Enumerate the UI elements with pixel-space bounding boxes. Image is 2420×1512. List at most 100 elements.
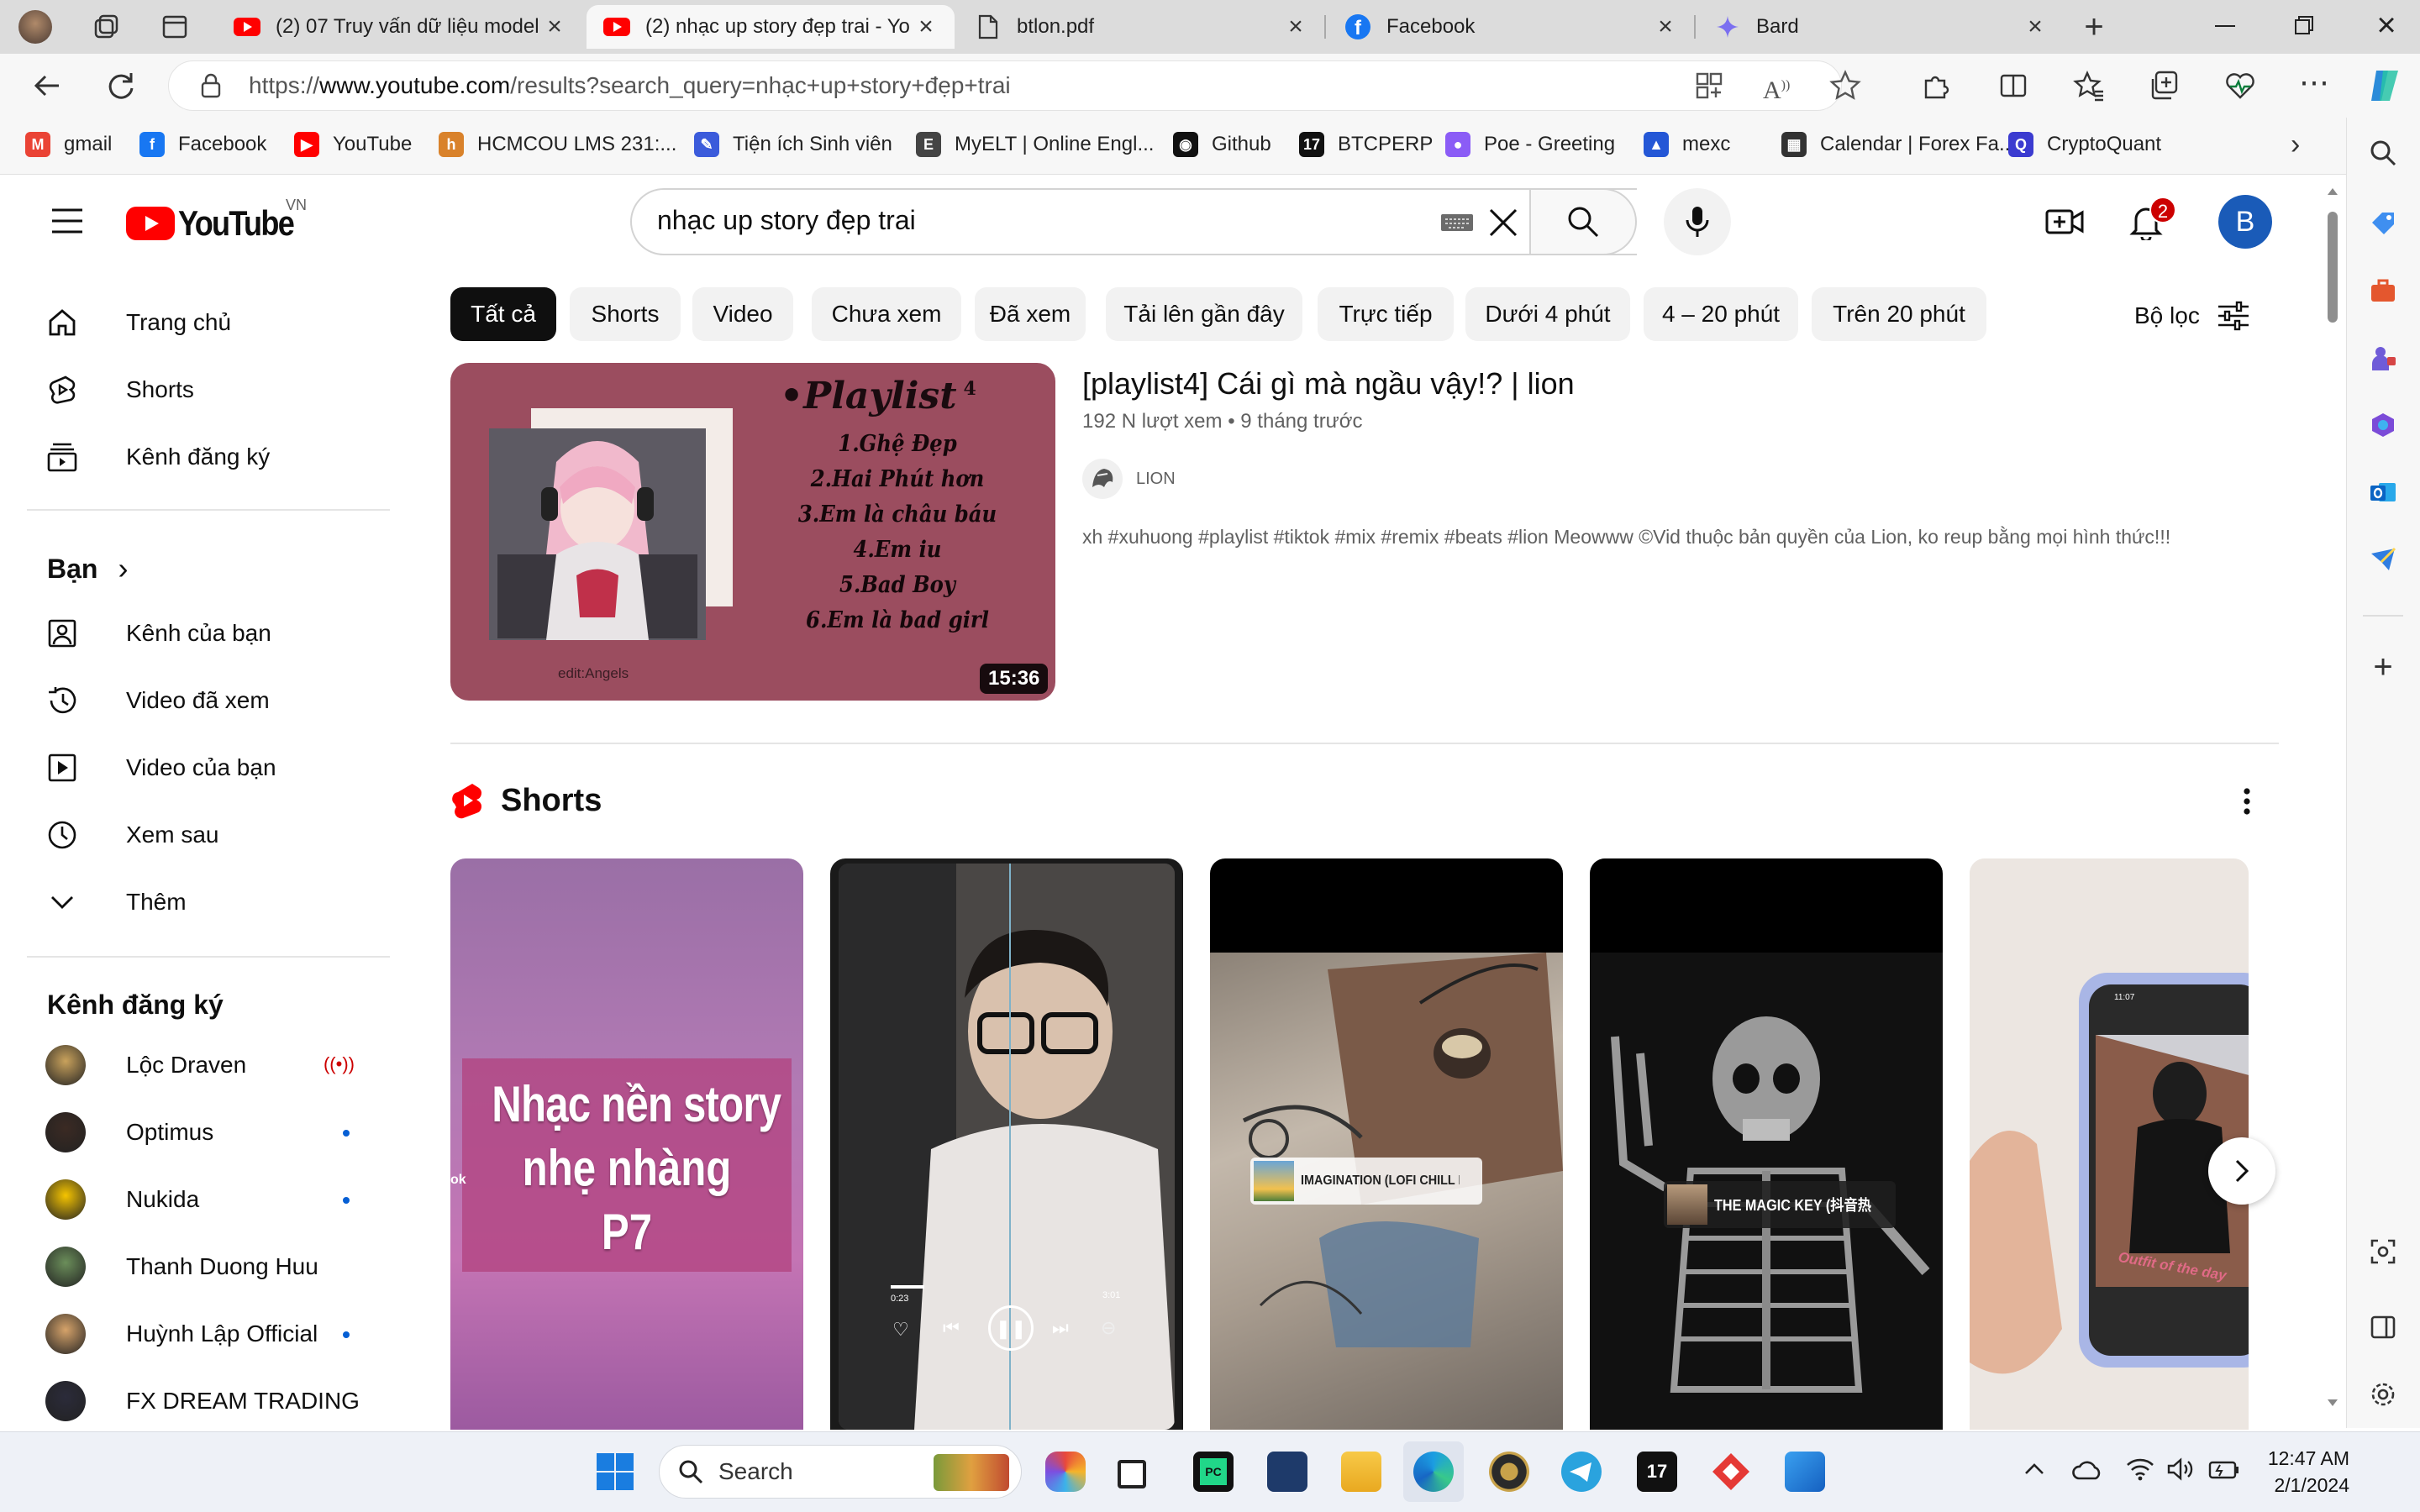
- video-channel[interactable]: LION: [1082, 459, 1176, 499]
- copilot-icon[interactable]: [2365, 66, 2405, 106]
- battery-icon[interactable]: [2208, 1460, 2240, 1480]
- bookmark-item[interactable]: ▶ YouTube: [294, 128, 412, 161]
- minimize-button[interactable]: [2215, 25, 2235, 27]
- voice-search-button[interactable]: [1664, 188, 1731, 255]
- bookmark-item[interactable]: 17 BTCPERP: [1299, 128, 1433, 161]
- filter-chip[interactable]: Trực tiếp: [1318, 287, 1454, 341]
- create-video-icon[interactable]: [2045, 205, 2084, 239]
- tradingview-icon[interactable]: 17: [1637, 1452, 1677, 1492]
- account-avatar[interactable]: B: [2218, 195, 2272, 249]
- subscription-item[interactable]: Optimus: [45, 1105, 365, 1159]
- task-view-icon[interactable]: [1118, 1460, 1146, 1488]
- video-thumbnail[interactable]: •Playlist 4 1.Ghệ Đẹp 2.Hai Phút hơn 3.Em l…: [450, 363, 1055, 701]
- filter-chip[interactable]: Dưới 4 phút: [1465, 287, 1630, 341]
- subscription-item[interactable]: Thanh Duong Huu: [45, 1240, 365, 1294]
- guide-section-you[interactable]: Bạn ›: [47, 551, 128, 586]
- guide-item-your-channel[interactable]: Kênh của bạn: [45, 606, 381, 660]
- tab-1[interactable]: (2) nhạc up story đẹp trai - Yo ×: [587, 5, 955, 49]
- filter-chip[interactable]: Trên 20 phút: [1812, 287, 1986, 341]
- close-window-button[interactable]: ×: [2371, 8, 2402, 42]
- close-icon[interactable]: ×: [543, 13, 566, 41]
- search-icon[interactable]: [2366, 136, 2400, 170]
- workspaces-icon[interactable]: [91, 12, 121, 42]
- close-icon[interactable]: ×: [1654, 13, 1677, 41]
- subscription-item[interactable]: FX DREAM TRADING: [45, 1374, 365, 1428]
- league-of-legends-icon[interactable]: [1489, 1452, 1529, 1492]
- clear-search-icon[interactable]: [1487, 207, 1519, 239]
- tab-2[interactable]: btlon.pdf ×: [958, 5, 1324, 49]
- image-editor-icon[interactable]: [1785, 1452, 1825, 1492]
- more-options-icon[interactable]: ⋯: [2297, 67, 2331, 101]
- filters-button[interactable]: Bộ lọc: [2134, 292, 2250, 339]
- guide-item-watch-later[interactable]: Xem sau: [45, 808, 381, 862]
- restore-button[interactable]: [2294, 15, 2314, 35]
- games-icon[interactable]: [2366, 341, 2400, 375]
- close-icon[interactable]: ×: [2023, 13, 2047, 41]
- bookmark-item[interactable]: ▦ Calendar | Forex Fa...: [1781, 128, 2016, 161]
- settings-gear-icon[interactable]: [2366, 1378, 2400, 1411]
- search-input[interactable]: nhạc up story đẹp trai: [657, 205, 916, 236]
- filter-chip[interactable]: Video: [692, 287, 793, 341]
- keyboard-icon[interactable]: [1440, 212, 1474, 234]
- guide-item-shorts[interactable]: Shorts: [45, 363, 381, 417]
- copilot-app-icon[interactable]: [1045, 1452, 1086, 1492]
- search-button[interactable]: [1529, 188, 1637, 255]
- tab-0[interactable]: (2) 07 Truy vấn dữ liệu model ×: [217, 5, 583, 49]
- sql-server-app-icon[interactable]: [1267, 1452, 1307, 1492]
- wifi-icon[interactable]: [2126, 1457, 2154, 1482]
- short-card[interactable]: 0:23 3:01 ♡ ⏮ ❚❚ ⏭ ⊖: [830, 858, 1183, 1430]
- add-icon[interactable]: +: [2366, 648, 2400, 685]
- drop-send-icon[interactable]: [2366, 543, 2400, 576]
- short-card[interactable]: THE MAGIC KEY (抖音热: [1590, 858, 1943, 1430]
- pycharm-app-icon[interactable]: PC: [1193, 1452, 1234, 1492]
- shelf-more-options-icon[interactable]: [2237, 785, 2257, 818]
- tab-4[interactable]: Bard ×: [1697, 5, 2064, 49]
- tab-3[interactable]: f Facebook ×: [1328, 5, 1694, 49]
- tab-actions-icon[interactable]: [160, 12, 190, 42]
- performance-heart-icon[interactable]: [2223, 69, 2257, 102]
- close-icon[interactable]: ×: [914, 13, 938, 41]
- edge-browser-icon[interactable]: [1413, 1452, 1454, 1492]
- guide-menu-icon[interactable]: [50, 207, 84, 235]
- extensions-icon[interactable]: [1919, 69, 1953, 102]
- new-tab-button[interactable]: +: [2075, 8, 2112, 45]
- page-scrollbar[interactable]: [2324, 188, 2341, 1428]
- guide-item-history[interactable]: Video đã xem: [45, 674, 381, 727]
- url-text[interactable]: https://www.youtube.com/results?search_q…: [249, 72, 1011, 99]
- profile-avatar[interactable]: [18, 10, 52, 44]
- sidebar-toggle-icon[interactable]: [2366, 1310, 2400, 1344]
- split-screen-icon[interactable]: [1998, 71, 2028, 101]
- start-windows-icon[interactable]: [595, 1452, 635, 1492]
- shelf-next-button[interactable]: [2208, 1137, 2275, 1205]
- taskbar-search[interactable]: Search: [659, 1445, 1022, 1499]
- microsoft-365-icon[interactable]: [2366, 408, 2400, 442]
- apps-available-icon[interactable]: [1694, 71, 1724, 101]
- read-aloud-icon[interactable]: A)): [1763, 69, 1797, 104]
- favorites-icon[interactable]: [2072, 69, 2106, 102]
- chevron-up-icon[interactable]: [2022, 1457, 2047, 1482]
- volume-icon[interactable]: [2166, 1457, 2195, 1482]
- chevron-right-icon[interactable]: ›: [2291, 128, 2317, 161]
- collections-icon[interactable]: [2148, 69, 2181, 102]
- scroll-thumb[interactable]: [2328, 212, 2338, 323]
- shopping-tag-icon[interactable]: [2366, 207, 2400, 240]
- onedrive-cloud-icon[interactable]: [2072, 1458, 2102, 1482]
- subscription-item[interactable]: Huỳnh Lập Official: [45, 1307, 365, 1361]
- short-card[interactable]: IMAGINATION (LOFI CHILL H: [1210, 858, 1563, 1430]
- bookmark-item[interactable]: f Facebook: [139, 128, 266, 161]
- guide-item-home[interactable]: Trang chủ: [45, 296, 381, 349]
- bookmark-item[interactable]: h HCMCOU LMS 231:...: [439, 128, 676, 161]
- filter-chip[interactable]: Chưa xem: [812, 287, 961, 341]
- system-clock[interactable]: 12:47 AM 2/1/2024: [2252, 1445, 2349, 1499]
- guide-item-more[interactable]: Thêm: [45, 875, 381, 929]
- favorite-star-icon[interactable]: [1828, 69, 1862, 102]
- scroll-up-arrow[interactable]: [2328, 188, 2338, 195]
- bookmark-item[interactable]: ● Poe - Greeting: [1445, 128, 1615, 161]
- screenshot-icon[interactable]: [2366, 1235, 2400, 1268]
- filter-chip[interactable]: 4 – 20 phút: [1644, 287, 1798, 341]
- close-icon[interactable]: ×: [1284, 13, 1307, 41]
- bookmark-item[interactable]: ✎ Tiện ích Sinh viên: [694, 128, 892, 161]
- short-card[interactable]: Nhạc nền story nhẹ nhàng P7 ok: [450, 858, 803, 1430]
- bookmark-item[interactable]: ▲ mexc: [1644, 128, 1730, 161]
- tools-briefcase-icon[interactable]: [2366, 274, 2400, 307]
